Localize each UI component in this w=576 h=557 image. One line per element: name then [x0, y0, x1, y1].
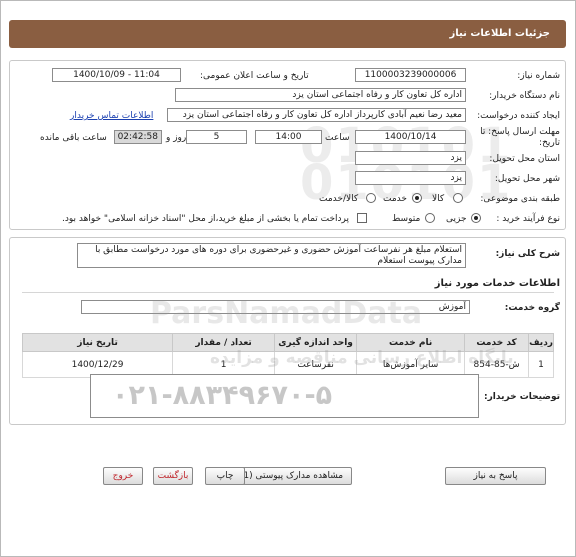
category-option-goods-service: کالا/خدمت [319, 194, 359, 204]
days-field: 5 [186, 130, 247, 144]
city-label: شهر محل تحویل: [494, 174, 560, 184]
need-number-label: شماره نیاز: [517, 71, 560, 81]
province-label: استان محل تحویل: [489, 154, 560, 164]
category-label: طبقه بندی موضوعی: [480, 194, 560, 204]
process-radio-medium[interactable] [425, 213, 435, 223]
need-number-field: 1100003239000006 [355, 68, 466, 82]
reply-button[interactable]: پاسخ به نیاز [445, 467, 546, 485]
buyer-contact-link[interactable]: اطلاعات تماس خریدار [70, 111, 153, 121]
deadline-time-field: 14:00 [255, 130, 322, 144]
services-table-header: ردیف کد خدمت نام خدمت واحد اندازه گیری ت… [21, 333, 554, 352]
section-divider [22, 292, 554, 293]
city-field: یزد [355, 171, 466, 185]
category-radio-service[interactable] [412, 193, 422, 203]
process-radio-minor[interactable] [471, 213, 481, 223]
services-table: ردیف کد خدمت نام خدمت واحد اندازه گیری ت… [21, 333, 554, 378]
creator-field: معید رضا نعیم آبادی کارپرداز اداره کل تع… [167, 108, 466, 122]
summary-field: استعلام مبلغ هر نفرساعت آموزش حضوری و غی… [77, 243, 466, 268]
treasury-payment-checkbox[interactable] [357, 213, 367, 223]
back-button[interactable]: بازگشت [153, 467, 193, 485]
page-title: جزئیات اطلاعات نیاز [449, 28, 550, 39]
col-need-date: تاریخ نیاز [21, 333, 174, 352]
category-radio-goods[interactable] [453, 193, 463, 203]
process-label: نوع فرآیند خرید : [496, 214, 560, 224]
process-option-minor: جزیی [446, 214, 467, 224]
category-radio-goods-service[interactable] [366, 193, 376, 203]
deadline-label: مهلت ارسال پاسخ: تا تاریخ: [480, 127, 560, 148]
process-option-medium: متوسط [392, 214, 421, 224]
remaining-time-field: 02:42:58 [114, 130, 162, 144]
category-option-goods: کالا [432, 194, 445, 204]
service-group-field: آموزش [81, 300, 470, 314]
service-group-label: گروه خدمت: [504, 303, 560, 313]
buyer-org-label: نام دستگاه خریدار: [489, 91, 560, 101]
announce-field: 1400/10/09 - 11:04 [52, 68, 181, 82]
category-option-service: خدمت [383, 194, 407, 204]
creator-label: ایجاد کننده درخواست: [477, 111, 560, 121]
cell-row: 1 [528, 351, 554, 378]
buyer-notes-field [90, 374, 479, 418]
col-service-name: نام خدمت [356, 333, 466, 352]
view-attachments-button[interactable]: مشاهده مدارک پیوستی (1) [231, 467, 352, 485]
buyer-org-field: اداره کل تعاون کار و رفاه اجتماعی استان … [175, 88, 466, 102]
col-service-code: کد خدمت [464, 333, 530, 352]
col-unit: واحد اندازه گیری [274, 333, 358, 352]
days-label: روز و [166, 133, 187, 143]
page-title-bar: جزئیات اطلاعات نیاز [9, 20, 566, 48]
col-quantity: تعداد / مقدار [172, 333, 276, 352]
deadline-time-label: ساعت [325, 133, 350, 143]
treasury-payment-note: پرداخت تمام یا بخشی از مبلغ خرید،از محل … [62, 214, 350, 224]
summary-label: شرح کلی نیاز: [495, 249, 560, 259]
exit-button[interactable]: خروج [103, 467, 143, 485]
print-button[interactable]: چاپ [205, 467, 245, 485]
announce-label: تاریخ و ساعت اعلان عمومی: [200, 71, 309, 81]
col-row: ردیف [528, 333, 554, 352]
province-field: یزد [355, 151, 466, 165]
remaining-label: ساعت باقی مانده [40, 133, 107, 143]
deadline-date-field: 1400/10/14 [355, 130, 466, 144]
buyer-notes-label: توضیحات خریدار: [484, 392, 560, 402]
services-section-title: اطلاعات خدمات مورد نیاز [434, 278, 560, 289]
